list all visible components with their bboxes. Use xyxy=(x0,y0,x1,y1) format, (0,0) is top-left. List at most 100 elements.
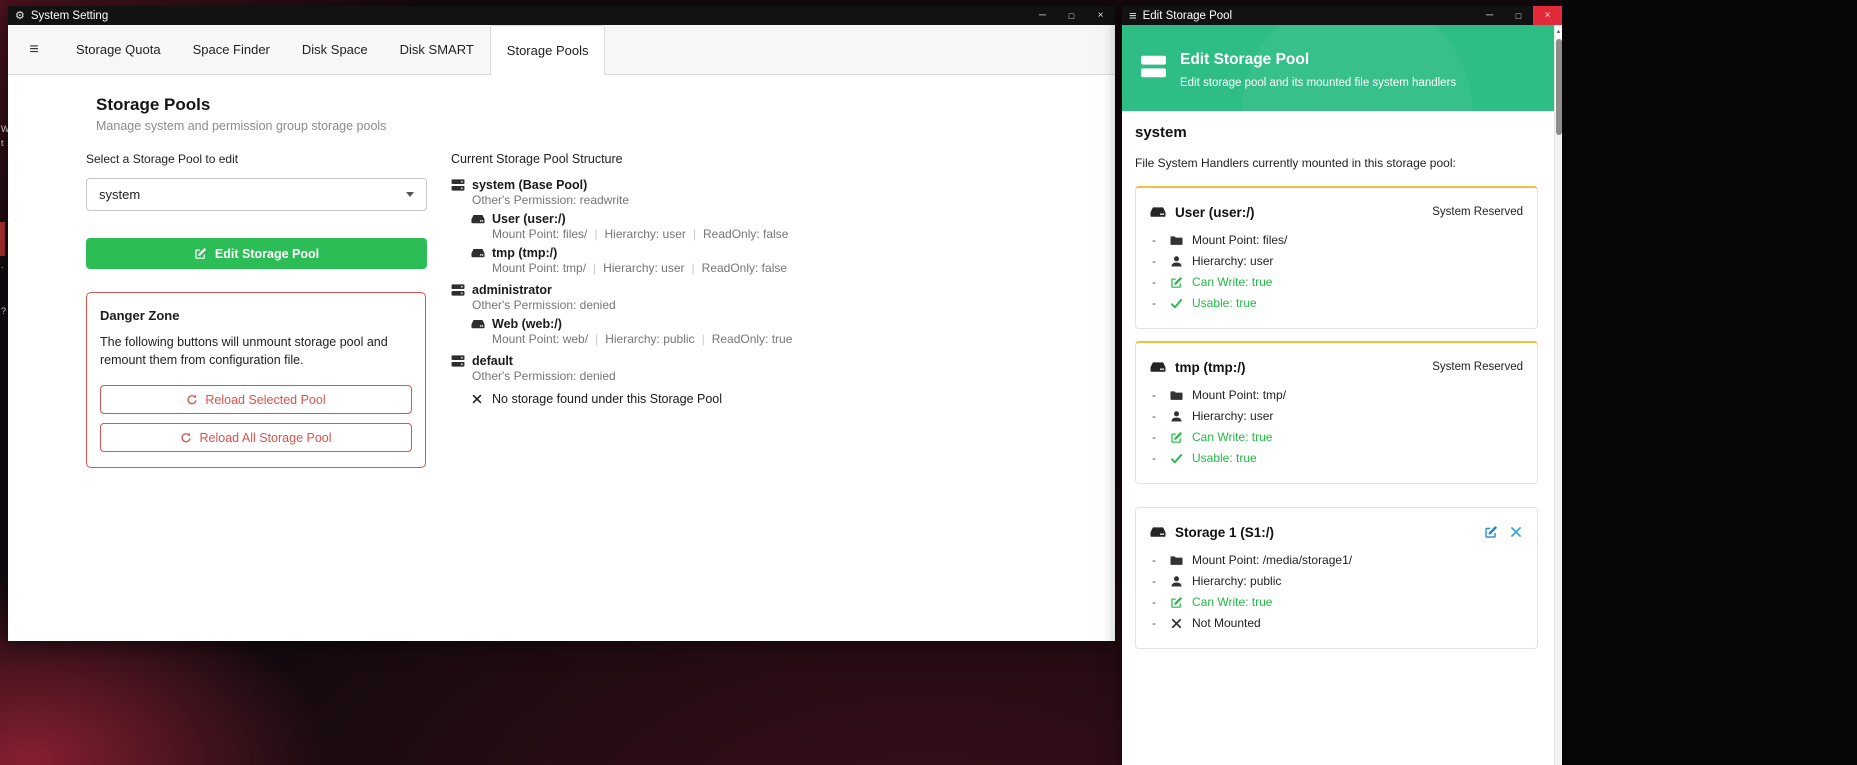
hdd-icon xyxy=(471,246,485,260)
titlebar[interactable]: ⚙ System Setting ─ □ × xyxy=(8,6,1115,25)
edit-icon xyxy=(1170,431,1183,444)
minimize-button[interactable]: ─ xyxy=(1028,6,1057,25)
user-icon xyxy=(1170,410,1183,423)
edit-storage-pool-label: Edit Storage Pool xyxy=(215,247,319,261)
storage-node: tmp (tmp:/) Mount Point: tmp/|Hierarchy:… xyxy=(471,246,792,275)
window-title: System Setting xyxy=(31,10,108,22)
edit-icon xyxy=(1170,276,1183,289)
folder-icon xyxy=(1170,554,1183,567)
handler-row: -Usable: true xyxy=(1150,451,1523,465)
scrollbar-thumb[interactable] xyxy=(1556,39,1562,135)
refresh-icon xyxy=(180,432,192,444)
remove-handler-icon[interactable] xyxy=(1509,525,1523,539)
pool-node-system: system (Base Pool) Other's Permission: r… xyxy=(451,178,792,275)
separator: | xyxy=(692,261,695,275)
reload-all-storage-pool-button[interactable]: Reload All Storage Pool xyxy=(100,423,412,452)
user-icon xyxy=(1170,575,1183,588)
structure-title: Current Storage Pool Structure xyxy=(451,152,623,166)
storage-node: Web (web:/) Mount Point: web/|Hierarchy:… xyxy=(471,317,792,346)
edit-pool-banner: Edit Storage Pool Edit storage pool and … xyxy=(1122,25,1562,111)
desktop-label-fragment: ? xyxy=(1,306,6,316)
storage-name: Web (web:/) xyxy=(492,318,562,331)
user-icon xyxy=(1170,255,1183,268)
storage-pools-page: Storage Pools Manage system and permissi… xyxy=(8,75,1115,640)
window-controls: ─ □ × xyxy=(1475,6,1562,25)
hdd-icon xyxy=(1150,204,1166,220)
storage-details: Mount Point: files/|Hierarchy: user|Read… xyxy=(492,228,792,241)
storage-pool-select[interactable]: system xyxy=(86,178,427,211)
desktop-icon xyxy=(0,222,5,256)
close-button[interactable]: × xyxy=(1086,6,1115,25)
minimize-button[interactable]: ─ xyxy=(1475,6,1504,25)
system-setting-window: ⚙ System Setting ─ □ × ≡ Storage Quota S… xyxy=(8,6,1115,641)
pool-select-label: Select a Storage Pool to edit xyxy=(86,152,238,166)
edit-icon xyxy=(1170,596,1183,609)
menu-icon[interactable]: ≡ xyxy=(8,25,60,74)
handler-name: Storage 1 (S1:/) xyxy=(1175,525,1274,540)
storage-pool-tree: system (Base Pool) Other's Permission: r… xyxy=(451,178,792,414)
banner-subtitle: Edit storage pool and its mounted file s… xyxy=(1180,77,1456,89)
handlers-description: File System Handlers currently mounted i… xyxy=(1135,156,1538,170)
edit-pool-content: system File System Handlers currently mo… xyxy=(1122,111,1554,765)
separator: | xyxy=(595,332,598,346)
close-button[interactable]: × xyxy=(1533,6,1562,25)
fs-handler-card-user: User (user:/) System Reserved -Mount Poi… xyxy=(1135,186,1538,329)
tab-space-finder[interactable]: Space Finder xyxy=(177,25,286,74)
check-icon xyxy=(1170,297,1183,310)
storage-details: Mount Point: web/|Hierarchy: public|Read… xyxy=(492,333,792,346)
handler-row: -Usable: true xyxy=(1150,296,1523,310)
folder-icon xyxy=(1170,234,1183,247)
handler-name: User (user:/) xyxy=(1175,205,1255,220)
tab-disk-space[interactable]: Disk Space xyxy=(286,25,384,74)
reload-all-storage-pool-label: Reload All Storage Pool xyxy=(199,431,331,445)
maximize-button[interactable]: □ xyxy=(1057,6,1086,25)
handler-row: -Hierarchy: public xyxy=(1150,574,1523,588)
edit-handler-icon[interactable] xyxy=(1484,525,1498,539)
pool-name-heading: system xyxy=(1135,124,1538,141)
hdd-icon xyxy=(1150,359,1166,375)
system-reserved-badge: System Reserved xyxy=(1432,206,1523,218)
storage-name: User (user:/) xyxy=(492,213,566,226)
page-title: Storage Pools xyxy=(96,95,210,115)
pool-permission: Other's Permission: denied xyxy=(472,370,792,383)
titlebar[interactable]: ≡ Edit Storage Pool ─ □ × xyxy=(1122,6,1562,25)
window-controls: ─ □ × xyxy=(1028,6,1115,25)
maximize-button[interactable]: □ xyxy=(1504,6,1533,25)
selected-pool-value: system xyxy=(99,187,140,202)
cross-icon xyxy=(1170,617,1183,630)
storage-node: User (user:/) Mount Point: files/|Hierar… xyxy=(471,212,792,241)
server-icon xyxy=(1140,53,1167,80)
fs-handler-card-tmp: tmp (tmp:/) System Reserved -Mount Point… xyxy=(1135,341,1538,484)
handler-row: -Mount Point: files/ xyxy=(1150,233,1523,247)
handler-row: -Mount Point: /media/storage1/ xyxy=(1150,553,1523,567)
hdd-icon xyxy=(1150,524,1166,540)
storage-details: Mount Point: tmp/|Hierarchy: user|ReadOn… xyxy=(492,262,792,275)
page-subtitle: Manage system and permission group stora… xyxy=(96,119,386,133)
desktop-label-fragment: t xyxy=(1,138,4,148)
edit-storage-pool-window: ≡ Edit Storage Pool ─ □ × Edit Storage P… xyxy=(1122,6,1562,765)
separator: | xyxy=(693,227,696,241)
tab-storage-quota[interactable]: Storage Quota xyxy=(60,25,177,74)
reload-selected-pool-button[interactable]: Reload Selected Pool xyxy=(100,385,412,414)
hdd-icon xyxy=(471,317,485,331)
pool-name: administrator xyxy=(472,283,552,297)
server-icon xyxy=(451,283,465,297)
pool-name: system (Base Pool) xyxy=(472,178,587,192)
system-reserved-badge: System Reserved xyxy=(1432,361,1523,373)
scroll-up-arrow-icon[interactable]: ▲ xyxy=(1555,25,1562,38)
tab-storage-pools[interactable]: Storage Pools xyxy=(490,25,606,75)
handler-row: -Can Write: true xyxy=(1150,430,1523,444)
scrollbar[interactable]: ▲ xyxy=(1554,25,1562,765)
pool-name: default xyxy=(472,354,513,368)
separator: | xyxy=(594,227,597,241)
tab-disk-smart[interactable]: Disk SMART xyxy=(384,25,490,74)
edit-storage-pool-button[interactable]: Edit Storage Pool xyxy=(86,238,427,269)
reload-selected-pool-label: Reload Selected Pool xyxy=(205,393,325,407)
edit-icon xyxy=(194,247,207,260)
hdd-icon xyxy=(471,212,485,226)
pool-node-administrator: administrator Other's Permission: denied… xyxy=(451,283,792,346)
handler-row: -Can Write: true xyxy=(1150,275,1523,289)
handler-name: tmp (tmp:/) xyxy=(1175,360,1245,375)
server-icon xyxy=(451,178,465,192)
check-icon xyxy=(1170,452,1183,465)
